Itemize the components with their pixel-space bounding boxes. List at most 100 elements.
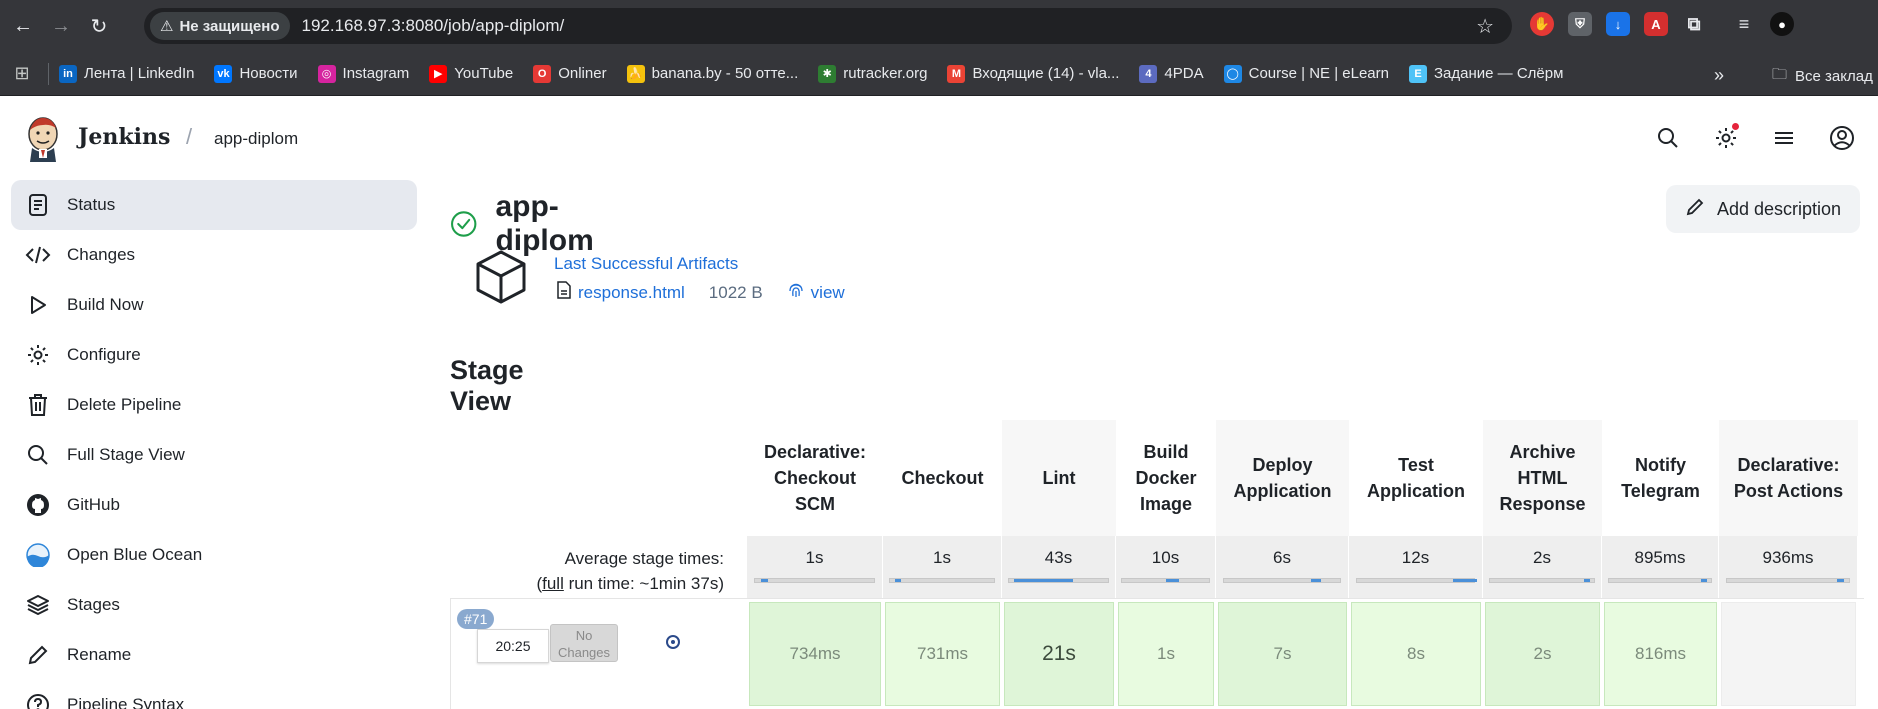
stage-headers: Declarative: Checkout SCM Checkout Lint Bui…	[747, 420, 1858, 536]
build-time: 20:25	[477, 629, 549, 663]
package-icon	[476, 250, 526, 304]
profile-avatar-icon[interactable]: ●	[1770, 12, 1794, 36]
stage-average-fill	[1013, 579, 1074, 582]
stage-run-cell[interactable]	[1719, 599, 1858, 709]
stage-average-bar	[888, 578, 996, 583]
average-times-heading: Average stage times:	[564, 549, 724, 568]
apps-grid-icon[interactable]: ⊞	[0, 63, 44, 84]
bookmark-item[interactable]: ▶ YouTube	[429, 64, 514, 83]
back-icon[interactable]: ←	[6, 9, 40, 43]
sidebar-item-github[interactable]: GitHub	[11, 480, 417, 530]
4pda-icon: 4	[1139, 64, 1158, 83]
stage-average-cell: 43s	[1002, 536, 1116, 598]
menu-icon[interactable]	[1768, 122, 1800, 154]
sidebar-item-changes[interactable]: Changes	[11, 230, 417, 280]
sidebar-item-label: Changes	[67, 245, 136, 264]
pdf-extension-icon[interactable]: A	[1644, 12, 1668, 36]
bookmark-item[interactable]: in Лента | LinkedIn	[59, 64, 194, 83]
security-label: Не защищено	[179, 17, 280, 35]
adblock-extension-icon[interactable]: ✋	[1530, 12, 1554, 36]
stage-average-bar	[1355, 578, 1477, 583]
bookmark-item[interactable]: ✱ rutracker.org	[818, 64, 927, 83]
sidebar-item-pipeline-syntax[interactable]: Pipeline Syntax	[11, 680, 417, 709]
reload-icon[interactable]: ↻	[82, 9, 116, 43]
pencil-icon	[1685, 197, 1705, 222]
stage-run-time: 734ms	[749, 602, 881, 706]
stage-run-cell[interactable]: 734ms	[747, 599, 883, 709]
sidebar-item-status[interactable]: Status	[11, 180, 417, 230]
url-text[interactable]: 192.168.97.3:8080/job/app-diplom/	[302, 16, 565, 36]
stage-run-cell[interactable]: 1s	[1116, 599, 1216, 709]
sidebar-item-configure[interactable]: Configure	[11, 330, 417, 380]
stage-average-cell: 10s	[1116, 536, 1216, 598]
stage-average-cell: 895ms	[1602, 536, 1719, 598]
build-status-indicator-icon[interactable]	[666, 635, 680, 649]
sidebar-item-full-stage-view[interactable]: Full Stage View	[11, 430, 417, 480]
bookmark-star-icon[interactable]: ☆	[1476, 14, 1494, 39]
bookmark-item[interactable]: ◎ Instagram	[317, 64, 409, 83]
sidebar-item-rename[interactable]: Rename	[11, 630, 417, 680]
bookmark-label: YouTube	[454, 65, 514, 82]
stage-average-time: 1s	[805, 548, 824, 567]
add-description-button[interactable]: Add description	[1666, 185, 1860, 233]
stage-header: Deploy Application	[1216, 420, 1349, 536]
sidebar-item-stages[interactable]: Stages	[11, 580, 417, 630]
more-bookmarks-icon[interactable]: »	[1714, 65, 1724, 86]
stage-average-time: 936ms	[1762, 548, 1814, 567]
sidebar-item-label: Build Now	[67, 295, 144, 314]
security-chip[interactable]: ⚠ Не защищено	[150, 12, 290, 40]
jenkins-brand[interactable]: Jenkins	[78, 124, 170, 150]
address-bar[interactable]: ⚠ Не защищено 192.168.97.3:8080/job/app-…	[144, 8, 1512, 44]
stage-run-cell[interactable]: 21s	[1002, 599, 1116, 709]
code-icon	[25, 242, 51, 268]
bookmark-item[interactable]: E Задание — Слёрм	[1408, 64, 1563, 83]
stage-run-cell[interactable]: 2s	[1483, 599, 1602, 709]
vk-icon: vk	[214, 64, 233, 83]
stage-run-cell[interactable]: 7s	[1216, 599, 1349, 709]
build-number-badge[interactable]: #71	[457, 609, 495, 629]
breadcrumb-job[interactable]: app-diplom	[214, 129, 298, 149]
bookmark-item[interactable]: M Входящие (14) - vla...	[947, 64, 1119, 83]
full-run-link[interactable]: full	[542, 574, 564, 593]
sidebar-item-build-now[interactable]: Build Now	[11, 280, 417, 330]
stage-average-cell: 1s	[747, 536, 883, 598]
artifact-row: response.html 1022 B view	[556, 281, 845, 304]
linkedin-icon: in	[59, 64, 77, 83]
stage-header: Build Docker Image	[1135, 442, 1197, 514]
stage-run-cell[interactable]: 731ms	[883, 599, 1002, 709]
media-control-icon[interactable]: ≡	[1732, 12, 1756, 36]
artifact-view-link[interactable]: view	[811, 283, 845, 303]
bookmark-item[interactable]: 🍌 banana.by - 50 отте...	[626, 64, 798, 83]
search-icon[interactable]	[1652, 122, 1684, 154]
download-extension-icon[interactable]: ↓	[1606, 12, 1630, 36]
fingerprint-icon	[787, 281, 805, 304]
stage-average-bar	[1607, 578, 1713, 583]
bookmark-item[interactable]: O Onliner	[533, 64, 607, 83]
no-changes-badge: No Changes	[550, 624, 618, 662]
stage-run-cell[interactable]: 8s	[1349, 599, 1483, 709]
youtube-icon: ▶	[429, 64, 448, 83]
artifact-file-link[interactable]: response.html	[578, 283, 685, 303]
all-bookmarks-folder[interactable]: 🗀 Все заклад	[1772, 64, 1873, 89]
warning-icon: ⚠	[160, 18, 174, 35]
jenkins-logo-icon[interactable]	[24, 114, 62, 162]
sidebar-item-delete-pipeline[interactable]: Delete Pipeline	[11, 380, 417, 430]
bookmark-item[interactable]: ◯ Course | NE | eLearn	[1223, 64, 1389, 83]
bookmark-item[interactable]: vk Новости	[214, 64, 298, 83]
folder-icon: 🗀	[1772, 66, 1788, 83]
stage-run-time: 8s	[1351, 602, 1481, 706]
last-successful-artifacts-link[interactable]: Last Successful Artifacts	[554, 254, 738, 274]
stage-header: Declarative: Post Actions	[1719, 420, 1858, 536]
sidebar-item-open-blue-ocean[interactable]: Open Blue Ocean	[11, 530, 417, 580]
puzzle-extensions-icon[interactable]: ⧉	[1682, 12, 1706, 36]
shield-extension-icon[interactable]: ⛨	[1568, 12, 1592, 36]
forward-icon[interactable]: →	[44, 9, 78, 43]
bookmark-item[interactable]: 4 4PDA	[1139, 64, 1204, 83]
manage-jenkins-gear-icon[interactable]	[1710, 122, 1742, 154]
stage-average-fill	[895, 579, 902, 582]
stage-average-time: 895ms	[1634, 548, 1686, 567]
stage-run-cell[interactable]: 816ms	[1602, 599, 1719, 709]
bookmarks-bar: ⊞ in Лента | LinkedIn vk Новости ◎ Instagram ▶…	[0, 52, 1878, 96]
bookmark-label: 4PDA	[1164, 65, 1204, 82]
user-account-icon[interactable]	[1826, 122, 1858, 154]
